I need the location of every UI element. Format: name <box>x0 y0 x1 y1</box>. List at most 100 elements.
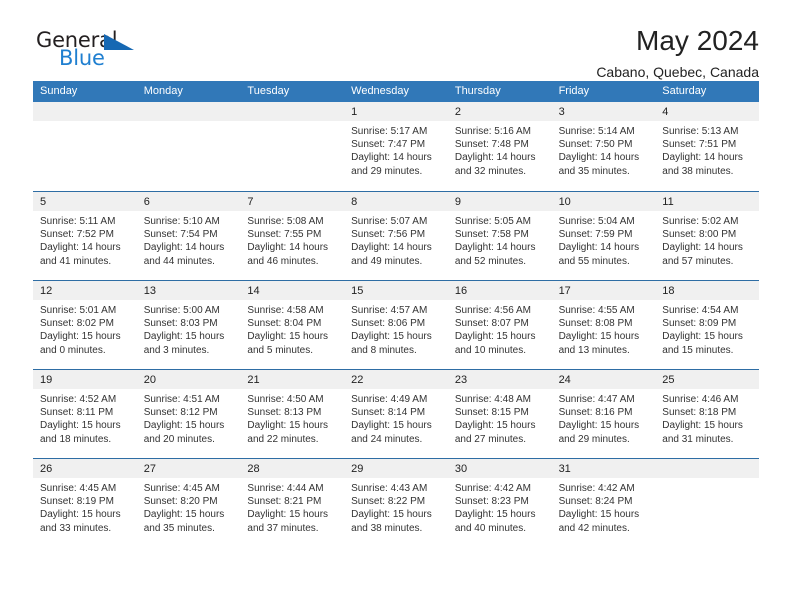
day-number-band: 17 <box>551 281 656 300</box>
daylight-text-line2: and 35 minutes. <box>558 165 630 177</box>
daylight-text-line2: and 52 minutes. <box>454 255 527 267</box>
day-cell[interactable]: 18 Sunrise: 4:54 AM Sunset: 8:09 PM Dayl… <box>655 281 759 369</box>
daylight-text-line1: Daylight: 15 hours <box>351 420 432 432</box>
day-number-band: 30 <box>447 459 552 478</box>
day-number-band: 12 <box>33 281 137 300</box>
day-number: 14 <box>247 285 260 297</box>
sunset-text: Sunset: 8:14 PM <box>351 407 426 419</box>
day-cell[interactable]: 10 Sunrise: 5:04 AM Sunset: 7:59 PM Dayl… <box>551 192 656 280</box>
daylight-text-line1: Daylight: 15 hours <box>454 331 536 343</box>
day-cell[interactable]: 31 Sunrise: 4:42 AM Sunset: 8:24 PM Dayl… <box>551 459 656 547</box>
sunrise-text: Sunrise: 5:00 AM <box>143 305 220 316</box>
sunrise-text: Sunrise: 5:17 AM <box>351 126 428 137</box>
daylight-text-line2: and 5 minutes. <box>247 344 314 356</box>
day-cell[interactable]: 9 Sunrise: 5:05 AM Sunset: 7:58 PM Dayli… <box>447 192 552 280</box>
daylight-text-line1: Daylight: 15 hours <box>247 509 329 521</box>
day-cell[interactable]: 27 Sunrise: 4:45 AM Sunset: 8:20 PM Dayl… <box>136 459 241 547</box>
day-number: 4 <box>662 106 669 118</box>
day-details: Sunrise: 4:42 AM Sunset: 8:24 PM Dayligh… <box>552 478 656 535</box>
day-details: Sunrise: 5:04 AM Sunset: 7:59 PM Dayligh… <box>552 211 656 268</box>
general-blue-logo[interactable]: General Blue <box>33 26 153 76</box>
logo-text-blue: Blue <box>59 46 105 70</box>
day-details: Sunrise: 4:46 AM Sunset: 8:18 PM Dayligh… <box>655 389 759 446</box>
daylight-text-line1: Daylight: 15 hours <box>40 420 121 432</box>
sunrise-text: Sunrise: 4:57 AM <box>351 305 428 316</box>
day-cell[interactable]: 21 Sunrise: 4:50 AM Sunset: 8:13 PM Dayl… <box>240 370 345 458</box>
day-number-band: 29 <box>344 459 448 478</box>
page-header: General Blue May 2024 Cabano, Quebec, Ca… <box>33 0 759 81</box>
day-cell[interactable]: 25 Sunrise: 4:46 AM Sunset: 8:18 PM Dayl… <box>655 370 759 458</box>
daylight-text-line2: and 15 minutes. <box>662 344 734 356</box>
day-cell[interactable]: 17 Sunrise: 4:55 AM Sunset: 8:08 PM Dayl… <box>551 281 656 369</box>
sunset-text: Sunset: 7:56 PM <box>351 229 426 241</box>
day-cell[interactable]: 7 Sunrise: 5:08 AM Sunset: 7:55 PM Dayli… <box>240 192 345 280</box>
sunrise-text: Sunrise: 5:10 AM <box>143 216 220 227</box>
calendar-week-row: 19 Sunrise: 4:52 AM Sunset: 8:11 PM Dayl… <box>33 369 759 458</box>
sunset-text: Sunset: 8:06 PM <box>351 318 426 330</box>
day-cell[interactable]: 29 Sunrise: 4:43 AM Sunset: 8:22 PM Dayl… <box>344 459 448 547</box>
daylight-text-line1: Daylight: 15 hours <box>558 420 640 432</box>
day-cell[interactable]: 28 Sunrise: 4:44 AM Sunset: 8:21 PM Dayl… <box>240 459 345 547</box>
day-details: Sunrise: 5:05 AM Sunset: 7:58 PM Dayligh… <box>448 211 552 268</box>
day-cell[interactable]: 6 Sunrise: 5:10 AM Sunset: 7:54 PM Dayli… <box>136 192 241 280</box>
day-cell[interactable]: 8 Sunrise: 5:07 AM Sunset: 7:56 PM Dayli… <box>344 192 448 280</box>
daylight-text-line2: and 35 minutes. <box>143 522 215 534</box>
daylight-text-line1: Daylight: 15 hours <box>454 420 536 432</box>
day-number-band: 2 <box>447 102 552 121</box>
day-details: Sunrise: 4:48 AM Sunset: 8:15 PM Dayligh… <box>448 389 552 446</box>
day-number-band: 9 <box>447 192 552 211</box>
day-cell[interactable]: 1 Sunrise: 5:17 AM Sunset: 7:47 PM Dayli… <box>344 102 448 191</box>
sunrise-text: Sunrise: 5:14 AM <box>558 126 635 137</box>
day-cell[interactable]: 13 Sunrise: 5:00 AM Sunset: 8:03 PM Dayl… <box>136 281 241 369</box>
day-cell[interactable]: 15 Sunrise: 4:57 AM Sunset: 8:06 PM Dayl… <box>344 281 448 369</box>
day-cell[interactable]: 2 Sunrise: 5:16 AM Sunset: 7:48 PM Dayli… <box>447 102 552 191</box>
day-number-band: 4 <box>655 102 759 121</box>
daylight-text-line1: Daylight: 14 hours <box>662 242 743 254</box>
sunrise-text: Sunrise: 5:01 AM <box>40 305 117 316</box>
daylight-text-line1: Daylight: 15 hours <box>40 509 121 521</box>
sunset-text: Sunset: 8:08 PM <box>558 318 633 330</box>
day-cell[interactable] <box>655 459 759 547</box>
day-cell[interactable]: 22 Sunrise: 4:49 AM Sunset: 8:14 PM Dayl… <box>344 370 448 458</box>
day-number: 16 <box>454 285 468 297</box>
day-cell[interactable]: 26 Sunrise: 4:45 AM Sunset: 8:19 PM Dayl… <box>33 459 137 547</box>
day-cell[interactable] <box>33 102 137 191</box>
day-cell[interactable]: 23 Sunrise: 4:48 AM Sunset: 8:15 PM Dayl… <box>447 370 552 458</box>
day-cell[interactable]: 5 Sunrise: 5:11 AM Sunset: 7:52 PM Dayli… <box>33 192 137 280</box>
day-cell[interactable]: 24 Sunrise: 4:47 AM Sunset: 8:16 PM Dayl… <box>551 370 656 458</box>
day-cell[interactable]: 19 Sunrise: 4:52 AM Sunset: 8:11 PM Dayl… <box>33 370 137 458</box>
daylight-text-line1: Daylight: 15 hours <box>247 331 329 343</box>
day-cell[interactable]: 3 Sunrise: 5:14 AM Sunset: 7:50 PM Dayli… <box>551 102 656 191</box>
daylight-text-line2: and 31 minutes. <box>662 433 734 445</box>
day-number-band: 3 <box>551 102 656 121</box>
day-cell[interactable]: 30 Sunrise: 4:42 AM Sunset: 8:23 PM Dayl… <box>447 459 552 547</box>
sunset-text: Sunset: 7:58 PM <box>454 229 529 241</box>
sunset-text: Sunset: 8:15 PM <box>454 407 529 419</box>
daylight-text-line2: and 27 minutes. <box>454 433 527 445</box>
day-cell[interactable]: 12 Sunrise: 5:01 AM Sunset: 8:02 PM Dayl… <box>33 281 137 369</box>
sunset-text: Sunset: 8:21 PM <box>247 496 322 508</box>
daylight-text-line1: Daylight: 14 hours <box>454 242 536 254</box>
daylight-text-line2: and 37 minutes. <box>247 522 319 534</box>
day-cell[interactable] <box>240 102 345 191</box>
day-cell[interactable]: 4 Sunrise: 5:13 AM Sunset: 7:51 PM Dayli… <box>655 102 759 191</box>
day-details: Sunrise: 4:58 AM Sunset: 8:04 PM Dayligh… <box>240 300 344 357</box>
day-cell[interactable]: 20 Sunrise: 4:51 AM Sunset: 8:12 PM Dayl… <box>136 370 241 458</box>
day-number-band: 21 <box>240 370 345 389</box>
daylight-text-line2: and 46 minutes. <box>247 255 319 267</box>
day-cell[interactable] <box>136 102 241 191</box>
weekday-header-wednesday: Wednesday <box>351 85 410 97</box>
day-number-band: 18 <box>655 281 759 300</box>
daylight-text-line2: and 42 minutes. <box>558 522 630 534</box>
day-cell[interactable]: 11 Sunrise: 5:02 AM Sunset: 8:00 PM Dayl… <box>655 192 759 280</box>
day-number-band: 8 <box>344 192 448 211</box>
daylight-text-line1: Daylight: 14 hours <box>454 152 536 164</box>
weekday-header-saturday: Saturday <box>662 85 707 97</box>
daylight-text-line2: and 55 minutes. <box>558 255 630 267</box>
weekday-header-tuesday: Tuesday <box>247 85 290 97</box>
day-cell[interactable]: 16 Sunrise: 4:56 AM Sunset: 8:07 PM Dayl… <box>447 281 552 369</box>
sunset-text: Sunset: 8:16 PM <box>558 407 633 419</box>
day-details: Sunrise: 5:07 AM Sunset: 7:56 PM Dayligh… <box>344 211 448 268</box>
day-number-band <box>240 102 345 121</box>
day-cell[interactable]: 14 Sunrise: 4:58 AM Sunset: 8:04 PM Dayl… <box>240 281 345 369</box>
